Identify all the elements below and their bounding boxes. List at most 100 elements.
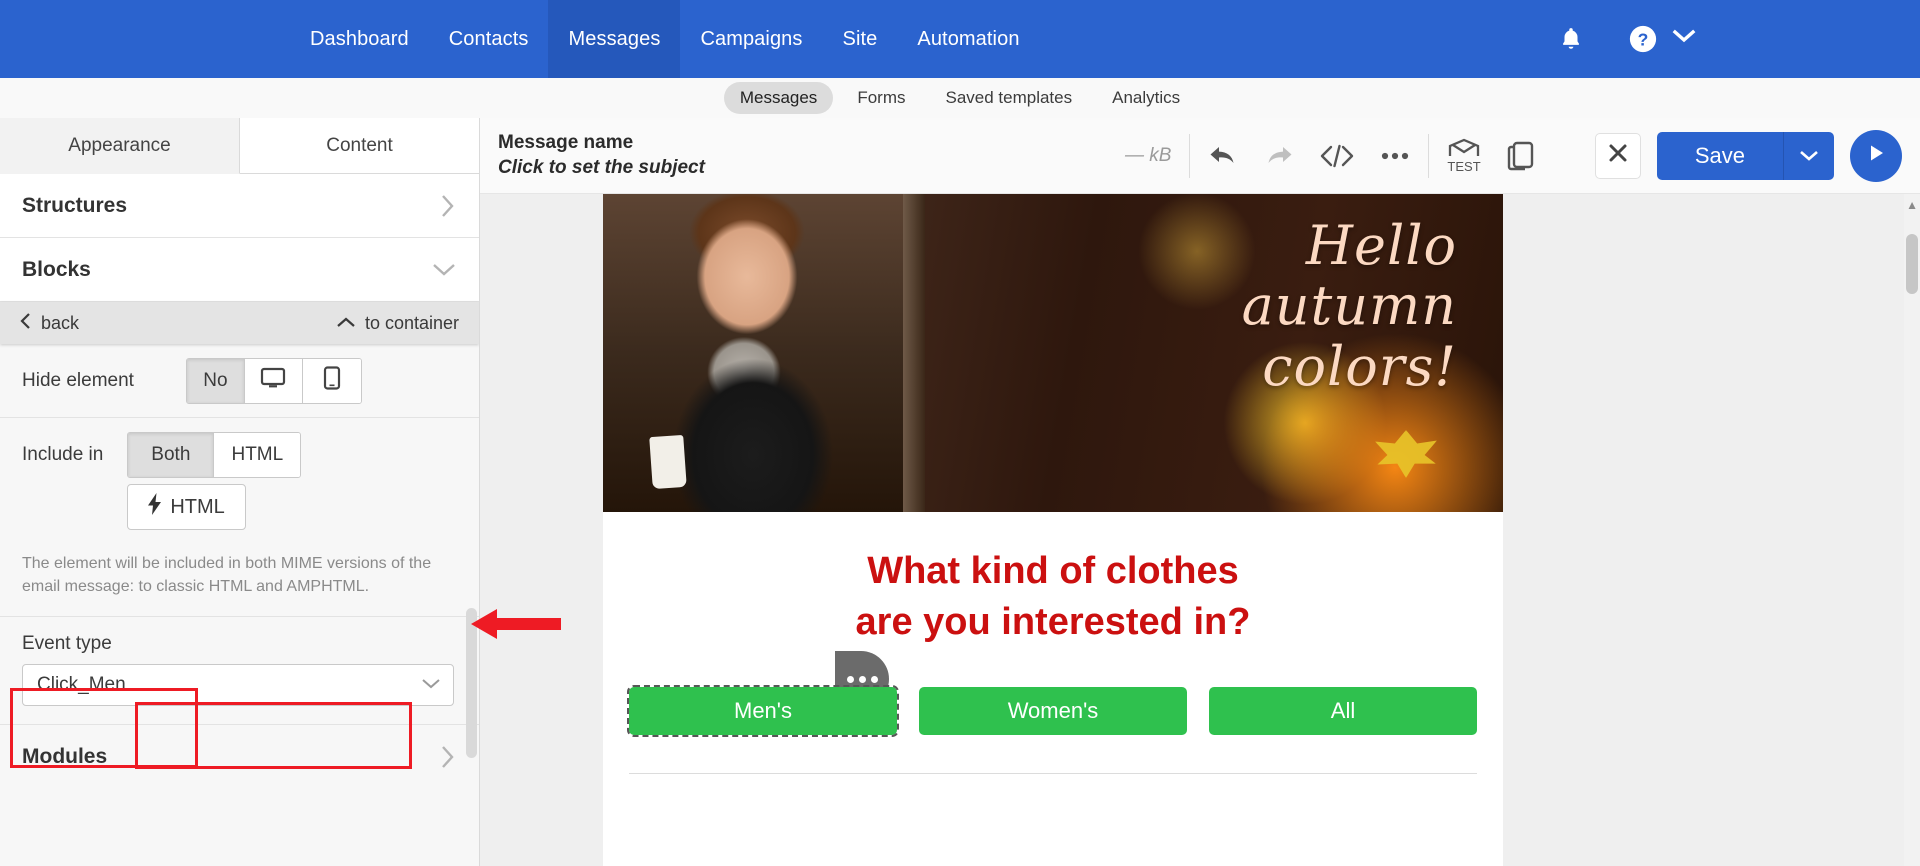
hide-element-option-desktop[interactable] — [244, 358, 303, 403]
breadcrumb: back to container — [0, 302, 479, 344]
cta-button-mens[interactable]: Men's — [627, 685, 899, 738]
hide-element-option-mobile[interactable] — [302, 358, 361, 403]
include-in-help-text: The element will be included in both MIM… — [0, 536, 479, 618]
message-meta: Message name Click to set the subject — [498, 132, 705, 179]
test-label: TEST — [1447, 158, 1481, 174]
amp-html-label: HTML — [170, 495, 225, 518]
subnav-item-forms[interactable]: Forms — [841, 82, 921, 114]
structures-label: Structures — [22, 193, 128, 217]
hero-headline-line-3: colors! — [1262, 334, 1457, 398]
toolbar-secondary-tools: TEST — [1447, 138, 1534, 174]
sidebar-tabs: Appearance Content — [0, 118, 479, 174]
editor-canvas: Message name Click to set the subject — … — [480, 118, 1920, 866]
nav-item-automation[interactable]: Automation — [897, 0, 1039, 78]
left-sidebar: Appearance Content Structures Blocks bac… — [0, 118, 480, 866]
chevron-right-icon — [439, 193, 457, 219]
question-circle-icon[interactable]: ? — [1626, 22, 1660, 56]
message-name[interactable]: Message name — [498, 132, 705, 154]
tab-content[interactable]: Content — [240, 118, 479, 174]
email-sheet: Hello autumn colors! What kind of clothe… — [603, 194, 1503, 866]
subnav-item-saved-templates[interactable]: Saved templates — [929, 82, 1088, 114]
chevron-left-icon — [20, 312, 32, 335]
save-button-group: Save — [1656, 131, 1834, 180]
nav-item-site[interactable]: Site — [823, 0, 898, 78]
cta-button-all[interactable]: All — [1209, 687, 1477, 736]
hide-element-toggle-group: No — [185, 357, 362, 404]
content-divider — [629, 773, 1477, 775]
scroll-up-arrow-icon[interactable]: ▲ — [1906, 198, 1918, 212]
close-button[interactable] — [1594, 132, 1641, 179]
toolbar-divider-2 — [1428, 133, 1430, 178]
more-icon[interactable] — [1380, 151, 1410, 161]
to-container-button[interactable]: to container — [336, 313, 459, 334]
event-type-value: Click_Men — [37, 674, 126, 696]
amp-html-button[interactable]: HTML — [127, 484, 246, 530]
hide-element-option-no[interactable]: No — [186, 358, 245, 403]
sidebar-section-modules[interactable]: Modules — [0, 725, 479, 790]
save-dropdown-chevron-down-icon[interactable] — [1784, 131, 1834, 180]
include-in-label: Include in — [22, 444, 104, 465]
chevron-up-icon — [336, 313, 356, 334]
chevron-down-icon — [431, 261, 457, 279]
redo-icon[interactable] — [1264, 143, 1294, 169]
tab-appearance[interactable]: Appearance — [0, 118, 240, 174]
nav-item-dashboard[interactable]: Dashboard — [290, 0, 429, 78]
undo-icon[interactable] — [1208, 143, 1238, 169]
back-label: back — [41, 312, 80, 333]
include-in-option-html[interactable]: HTML — [214, 433, 301, 477]
blocks-label: Blocks — [22, 257, 91, 281]
canvas-scrollbar-thumb[interactable] — [1906, 234, 1918, 294]
modules-label: Modules — [22, 745, 108, 769]
save-button[interactable]: Save — [1656, 131, 1784, 180]
cta-button-womens[interactable]: Women's — [919, 687, 1187, 736]
message-subject[interactable]: Click to set the subject — [498, 157, 705, 179]
hero-headline-line-2: autumn — [1241, 274, 1457, 338]
subnav-item-analytics[interactable]: Analytics — [1096, 82, 1196, 114]
canvas-scrollbar-track[interactable]: ▲ — [1904, 194, 1920, 866]
top-nav-actions: ? — [1554, 0, 1920, 78]
desktop-icon — [260, 367, 286, 395]
bell-icon[interactable] — [1554, 22, 1588, 56]
back-button[interactable]: back — [20, 312, 79, 335]
hide-element-row: Hide element No — [0, 344, 479, 418]
sidebar-section-blocks[interactable]: Blocks — [0, 238, 479, 302]
svg-text:?: ? — [1638, 29, 1649, 49]
subnav-item-messages[interactable]: Messages — [723, 82, 834, 114]
play-icon — [1865, 142, 1887, 169]
lightning-bolt-icon — [148, 493, 162, 521]
sidebar-section-structures[interactable]: Structures — [0, 174, 479, 238]
hero-door-frame — [903, 194, 925, 512]
email-heading[interactable]: What kind of clothes are you interested … — [603, 546, 1503, 647]
hero-model-photo — [603, 194, 903, 512]
preview-play-button[interactable] — [1850, 129, 1902, 182]
event-type-label: Event type — [22, 633, 112, 655]
nav-item-messages[interactable]: Messages — [548, 0, 681, 78]
email-preview-viewport: Hello autumn colors! What kind of clothe… — [480, 194, 1920, 866]
email-heading-line-1: What kind of clothes — [867, 550, 1239, 592]
hero-leaf-decoration — [1375, 430, 1437, 478]
close-icon — [1607, 142, 1629, 169]
nav-item-campaigns[interactable]: Campaigns — [680, 0, 822, 78]
test-envelope-icon[interactable]: TEST — [1447, 138, 1481, 174]
email-heading-line-2: are you interested in? — [855, 600, 1251, 643]
top-navigation-bar: Dashboard Contacts Messages Campaigns Si… — [0, 0, 1920, 78]
duplicate-icon[interactable] — [1507, 141, 1535, 171]
event-type-block: Event type Click_Men — [0, 617, 479, 726]
mobile-icon — [323, 365, 341, 396]
sidebar-scrollbar-thumb[interactable] — [466, 608, 477, 758]
app-logo[interactable] — [0, 0, 290, 78]
hero-headline-line-1: Hello — [1305, 214, 1457, 277]
nav-item-contacts[interactable]: Contacts — [429, 0, 549, 78]
sub-navigation-bar: Messages Forms Saved templates Analytics — [0, 78, 1920, 118]
include-in-option-both[interactable]: Both — [128, 433, 215, 477]
toolbar-actions: Save — [1594, 129, 1902, 182]
account-menu-chevron-down-icon[interactable] — [1672, 29, 1696, 49]
hero-headline: Hello autumn colors! — [1241, 214, 1457, 398]
event-type-select[interactable]: Click_Men — [22, 664, 454, 707]
code-icon[interactable] — [1320, 143, 1354, 169]
hero-image[interactable]: Hello autumn colors! — [603, 194, 1503, 512]
editor-toolbar: Message name Click to set the subject — … — [480, 118, 1920, 194]
hide-element-label: Hide element — [22, 369, 134, 391]
include-in-toggle-group: Both HTML — [127, 432, 302, 478]
include-in-block: Include in Both HTML HTML — [0, 418, 479, 536]
